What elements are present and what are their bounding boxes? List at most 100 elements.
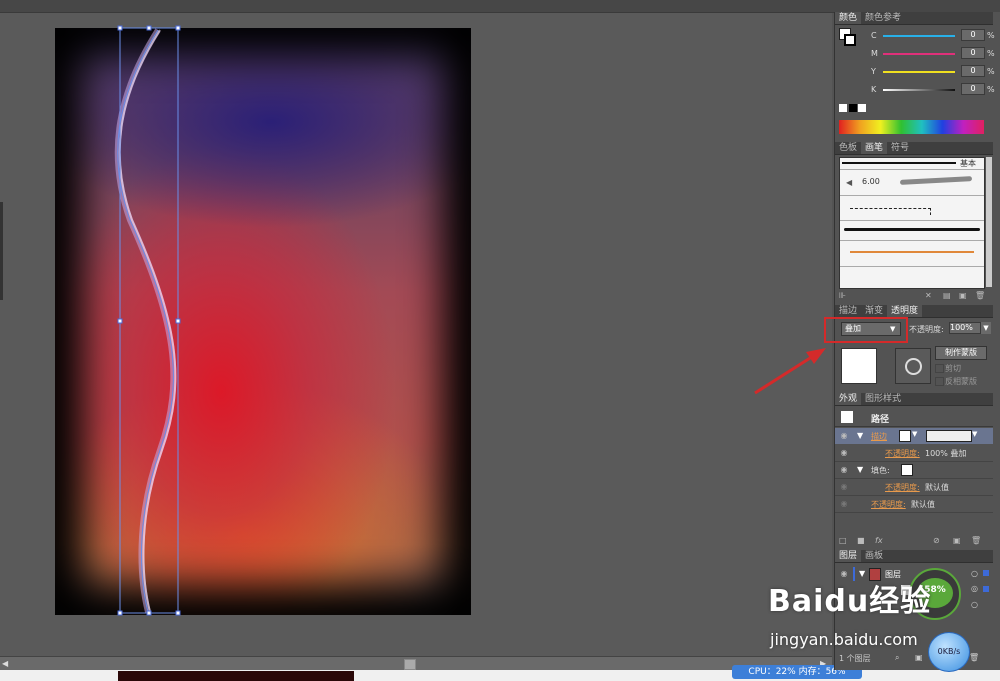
speaker-icon: ◀ — [846, 178, 853, 187]
eye-icon[interactable]: ◉ — [839, 499, 849, 509]
basic-brush-stroke[interactable] — [842, 162, 956, 164]
fill-none-swatch[interactable] — [901, 464, 913, 476]
scroll-left-icon[interactable]: ◀ — [2, 659, 10, 668]
clip-checkbox[interactable] — [935, 364, 944, 373]
opacity-input[interactable]: 100% — [949, 322, 981, 334]
tab-gradient[interactable]: 渐变 — [861, 305, 887, 317]
tab-brushes[interactable]: 画笔 — [861, 142, 888, 154]
invert-mask-checkbox[interactable] — [935, 377, 944, 386]
fill-label[interactable]: 填色: — [871, 465, 890, 476]
handle-mid-left[interactable] — [117, 318, 123, 324]
arrow-brush-stroke[interactable] — [850, 251, 974, 253]
opacity-dropdown-icon[interactable]: ▼ — [981, 322, 991, 334]
appearance-row-object-opacity[interactable]: ◉ 不透明度: 默认值 — [835, 496, 993, 513]
fill-stroke-swatch[interactable] — [839, 28, 856, 46]
m-value-input[interactable]: 0 — [961, 47, 985, 59]
appearance-row-stroke[interactable]: ◉ ▼ 描边 ▼ ▼ — [835, 428, 993, 444]
selection-indicator[interactable] — [983, 586, 989, 592]
delete-brush-icon[interactable]: 🗑 — [975, 291, 985, 300]
charcoal-brush-stroke[interactable] — [844, 228, 980, 231]
make-mask-button[interactable]: 制作蒙版 — [935, 346, 987, 360]
chevron-down-icon[interactable]: ▼ — [912, 430, 917, 438]
tab-transparency[interactable]: 透明度 — [887, 305, 923, 317]
brush-library-icon[interactable]: ⊪ — [839, 291, 846, 300]
disclosure-icon[interactable]: ▼ — [859, 569, 865, 578]
appearance-row-fill-opacity[interactable]: ◉ 不透明度: 默认值 — [835, 479, 993, 496]
y-value-input[interactable]: 0 — [961, 65, 985, 77]
fill-opacity-label[interactable]: 不透明度: — [885, 482, 920, 493]
scroll-thumb[interactable] — [404, 659, 416, 670]
brush-list[interactable]: 基本 ◀ 6.00 — [839, 157, 985, 289]
handle-top-left[interactable] — [117, 25, 123, 31]
y-slider[interactable] — [883, 71, 955, 73]
object-opacity-value: 默认值 — [911, 500, 935, 509]
mask-thumbnail[interactable] — [895, 348, 931, 384]
object-opacity-label[interactable]: 不透明度: — [871, 499, 906, 510]
fx-icon[interactable]: fx — [875, 536, 883, 545]
stroke-opacity-label[interactable]: 不透明度: — [885, 448, 920, 459]
brush-options-icon[interactable]: ▤ — [943, 291, 951, 300]
eye-icon[interactable]: ◉ — [839, 482, 849, 492]
c-value-input[interactable]: 0 — [961, 29, 985, 41]
handle-top-mid[interactable] — [146, 25, 152, 31]
eye-icon[interactable]: ◉ — [839, 465, 849, 475]
annotation-arrowhead — [806, 348, 826, 364]
tab-color-guide[interactable]: 颜色参考 — [861, 12, 905, 24]
handle-top-right[interactable] — [175, 25, 181, 31]
handle-bottom-left[interactable] — [117, 610, 123, 616]
horizontal-scrollbar[interactable]: ◀ ▶ — [0, 656, 832, 671]
layer-name[interactable]: 图层 — [885, 569, 901, 580]
delete-item-icon[interactable]: 🗑 — [971, 536, 981, 545]
clear-appearance-icon[interactable]: ⊘ — [933, 536, 940, 545]
disclosure-icon[interactable]: ▼ — [857, 431, 863, 440]
search-icon[interactable]: ⌕ — [895, 653, 899, 663]
tab-artboards[interactable]: 画板 — [861, 550, 887, 562]
color-spectrum[interactable] — [839, 120, 984, 134]
handle-bottom-mid[interactable] — [146, 610, 152, 616]
c-slider[interactable] — [883, 35, 955, 37]
brush-list-scrollbar[interactable] — [986, 157, 992, 287]
none-swatch[interactable] — [839, 104, 847, 112]
tab-layers[interactable]: 图层 — [835, 550, 862, 562]
k-slider[interactable] — [883, 89, 955, 91]
target-icon[interactable]: ○ — [971, 600, 978, 609]
appearance-footer: □ ■ fx ⊘ ▣ 🗑 — [839, 536, 993, 546]
disclosure-icon[interactable]: ▼ — [857, 465, 863, 474]
tab-graphic-styles[interactable]: 图形样式 — [861, 393, 905, 405]
white-swatch[interactable] — [858, 104, 866, 112]
eye-icon[interactable]: ◉ — [839, 569, 849, 579]
chevron-down-icon[interactable]: ▼ — [972, 430, 977, 438]
eye-icon[interactable]: ◉ — [839, 431, 849, 441]
appearance-row-fill[interactable]: ◉ ▼ 填色: — [835, 462, 993, 479]
black-swatch[interactable] — [849, 104, 857, 112]
brush-size-value: 6.00 — [862, 177, 880, 186]
selection-indicator[interactable] — [983, 570, 989, 576]
k-value-input[interactable]: 0 — [961, 83, 985, 95]
duplicate-item-icon[interactable]: ▣ — [953, 536, 961, 545]
tab-swatches[interactable]: 色板 — [835, 142, 861, 154]
calligraphic-brush-stroke[interactable] — [899, 176, 973, 185]
handle-bottom-right[interactable] — [175, 610, 181, 616]
new-brush-icon[interactable]: ▣ — [959, 291, 967, 300]
handle-mid-right[interactable] — [175, 318, 181, 324]
stroke-label[interactable]: 描边 — [871, 431, 887, 442]
dashed-brush-stroke[interactable] — [850, 208, 931, 215]
add-stroke-icon[interactable]: □ — [839, 536, 847, 545]
tab-stroke[interactable]: 描边 — [835, 305, 861, 317]
new-sublayer-icon[interactable]: ▣ — [915, 653, 923, 662]
appearance-row-stroke-opacity[interactable]: ◉ 不透明度: 100% 叠加 — [835, 445, 993, 462]
object-thumbnail[interactable] — [841, 348, 877, 384]
target-icon[interactable]: ○ — [971, 569, 978, 578]
stroke-color-swatch[interactable] — [899, 430, 911, 442]
delete-layer-icon[interactable]: 🗑 — [969, 653, 979, 662]
m-slider[interactable] — [883, 53, 955, 55]
remove-stroke-icon[interactable]: ✕ — [925, 291, 932, 300]
tab-appearance[interactable]: 外观 — [835, 393, 862, 405]
target-icon[interactable]: ◎ — [971, 584, 978, 593]
tab-symbols[interactable]: 符号 — [887, 142, 913, 154]
stroke-weight-field[interactable] — [926, 430, 972, 442]
add-fill-icon[interactable]: ■ — [857, 536, 865, 545]
eye-icon[interactable]: ◉ — [839, 448, 849, 458]
selection-overlay[interactable] — [0, 0, 832, 656]
tab-color[interactable]: 颜色 — [835, 12, 862, 24]
